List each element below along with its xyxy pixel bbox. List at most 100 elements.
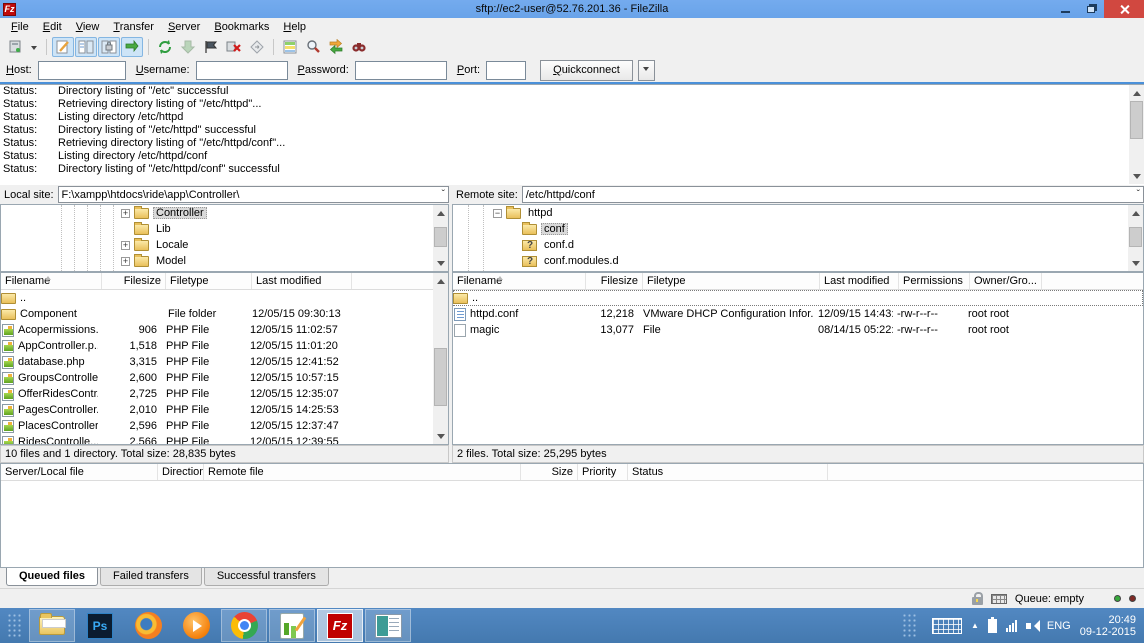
file-row[interactable]: GroupsControlle... 2,600 PHP File 12/05/… [1,370,448,386]
local-tree-scrollbar[interactable] [433,205,448,271]
chevron-down-icon[interactable]: ˇ [1137,189,1140,200]
local-list-scrollbar[interactable] [433,273,448,444]
username-input[interactable] [195,60,288,80]
menu-item[interactable]: View [69,19,107,35]
tree-item[interactable]: + Model [1,253,448,269]
toggle-message-log-icon[interactable] [52,37,74,57]
column-header[interactable]: Filesize [102,273,166,289]
file-row[interactable]: magic 13,077 File 08/14/15 05:22:... -rw… [453,322,1143,338]
column-header[interactable]: Last modified [252,273,352,289]
system-app-icon[interactable] [365,609,411,642]
tree-item[interactable]: + Locale [1,237,448,253]
expand-toggle-icon[interactable]: − [493,208,502,218]
language-indicator[interactable]: ENG [1047,620,1071,632]
remote-site-combobox[interactable]: /etc/httpd/conf ˇ [521,186,1144,203]
power-icon[interactable] [987,616,997,633]
filezilla-taskbar-icon[interactable]: Fz [317,609,363,642]
tree-item[interactable]: + Controller [1,205,448,221]
column-header[interactable]: Filetype [643,273,820,289]
quickconnect-dropdown-icon[interactable] [637,59,655,81]
file-row[interactable]: PlacesController... 2,596 PHP File 12/05… [1,418,448,434]
clock[interactable]: 20:49 09-12-2015 [1080,614,1136,638]
network-signal-icon[interactable] [1005,619,1017,632]
queue-column-header[interactable]: Server/Local file [1,464,158,480]
file-row[interactable]: .. [453,290,1143,306]
tree-item[interactable]: conf [453,221,1143,237]
expand-toggle-icon[interactable]: + [121,240,130,250]
password-input[interactable] [354,60,447,80]
tree-item[interactable]: conf.d [453,237,1143,253]
file-row[interactable]: database.php 3,315 PHP File 12/05/15 12:… [1,354,448,370]
queue-tab[interactable]: Failed transfers [100,568,202,586]
remote-tree-scrollbar[interactable] [1128,205,1143,271]
chrome-icon[interactable] [221,609,267,642]
file-row[interactable]: .. [1,290,448,306]
tree-item[interactable]: Lib [1,221,448,237]
file-row[interactable]: httpd.conf 12,218 VMware DHCP Configurat… [453,306,1143,322]
tree-item[interactable]: conf.modules.d [453,253,1143,269]
menu-item[interactable]: Server [161,19,207,35]
synchronized-browsing-icon[interactable] [325,37,347,57]
directory-listing-filters-icon[interactable] [279,37,301,57]
reconnect-icon[interactable] [246,37,268,57]
toggle-transfer-queue-icon[interactable] [121,37,143,57]
site-manager-dropdown-icon[interactable] [27,37,41,57]
queue-column-header[interactable]: Direction [158,464,204,480]
menu-item[interactable]: Help [276,19,313,35]
tree-item[interactable]: − httpd [453,205,1143,221]
file-explorer-icon[interactable] [29,609,75,642]
chevron-down-icon[interactable]: ˇ [442,189,445,200]
queue-tab[interactable]: Successful transfers [203,568,329,586]
queue-column-header[interactable]: Priority [578,464,628,480]
menu-item[interactable]: File [4,19,36,35]
column-header[interactable]: Permissions [899,273,970,289]
local-site-label: Local site: [4,188,54,201]
image-editor-icon[interactable] [269,609,315,642]
speed-limit-icon[interactable] [990,593,1007,604]
directory-comparison-icon[interactable] [302,37,324,57]
file-row[interactable]: PagesController.... 2,010 PHP File 12/05… [1,402,448,418]
local-site-combobox[interactable]: F:\xampp\htdocs\ride\app\Controller\ ˇ [57,186,449,203]
column-header[interactable]: Filesize [586,273,643,289]
toggle-local-tree-icon[interactable] [75,37,97,57]
find-files-icon[interactable] [348,37,370,57]
volume-icon[interactable] [1025,619,1040,632]
touch-keyboard-icon[interactable] [931,617,962,634]
queue-column-header[interactable]: Size [521,464,578,480]
column-header[interactable]: Filetype [166,273,252,289]
menu-item[interactable]: Transfer [106,19,161,35]
file-row[interactable]: Component File folder 12/05/15 09:30:13 [1,306,448,322]
file-row[interactable]: AppController.p... 1,518 PHP File 12/05/… [1,338,448,354]
menu-item[interactable]: Edit [36,19,69,35]
expand-toggle-icon[interactable]: + [121,208,130,218]
process-queue-icon[interactable] [177,37,199,57]
file-row[interactable]: RidesControlle... 2,566 PHP File 12/05/1… [1,434,448,444]
restore-button[interactable] [1078,0,1104,18]
firefox-icon[interactable] [125,609,171,642]
disconnect-icon[interactable] [223,37,245,57]
expand-toggle-icon[interactable]: + [121,256,130,266]
queue-tab[interactable]: Queued files [6,568,99,586]
host-input[interactable] [37,60,126,80]
menu-item[interactable]: Bookmarks [207,19,276,35]
file-row[interactable]: OfferRidesContr... 2,725 PHP File 12/05/… [1,386,448,402]
quickconnect-button[interactable]: Quickconnect [540,59,633,81]
cancel-operation-icon[interactable] [200,37,222,57]
toggle-remote-tree-icon[interactable] [98,37,120,57]
photoshop-icon[interactable]: Ps [77,609,123,642]
show-hidden-icons-chevron[interactable]: ▲ [971,621,979,630]
file-row[interactable]: Acopermissions... 906 PHP File 12/05/15 … [1,322,448,338]
queue-column-header[interactable]: Status [628,464,828,480]
close-button[interactable] [1104,0,1144,18]
media-player-icon[interactable] [173,609,219,642]
log-scrollbar[interactable] [1129,85,1144,184]
column-header[interactable]: Filename [453,273,586,289]
column-header[interactable]: Last modified [820,273,899,289]
minimize-button[interactable] [1052,0,1078,18]
queue-column-header[interactable]: Remote file [204,464,521,480]
port-input[interactable] [486,60,527,80]
column-header[interactable]: Owner/Gro... [970,273,1042,289]
refresh-icon[interactable] [154,37,176,57]
column-header[interactable]: Filename [1,273,102,289]
site-manager-icon[interactable] [4,37,26,57]
